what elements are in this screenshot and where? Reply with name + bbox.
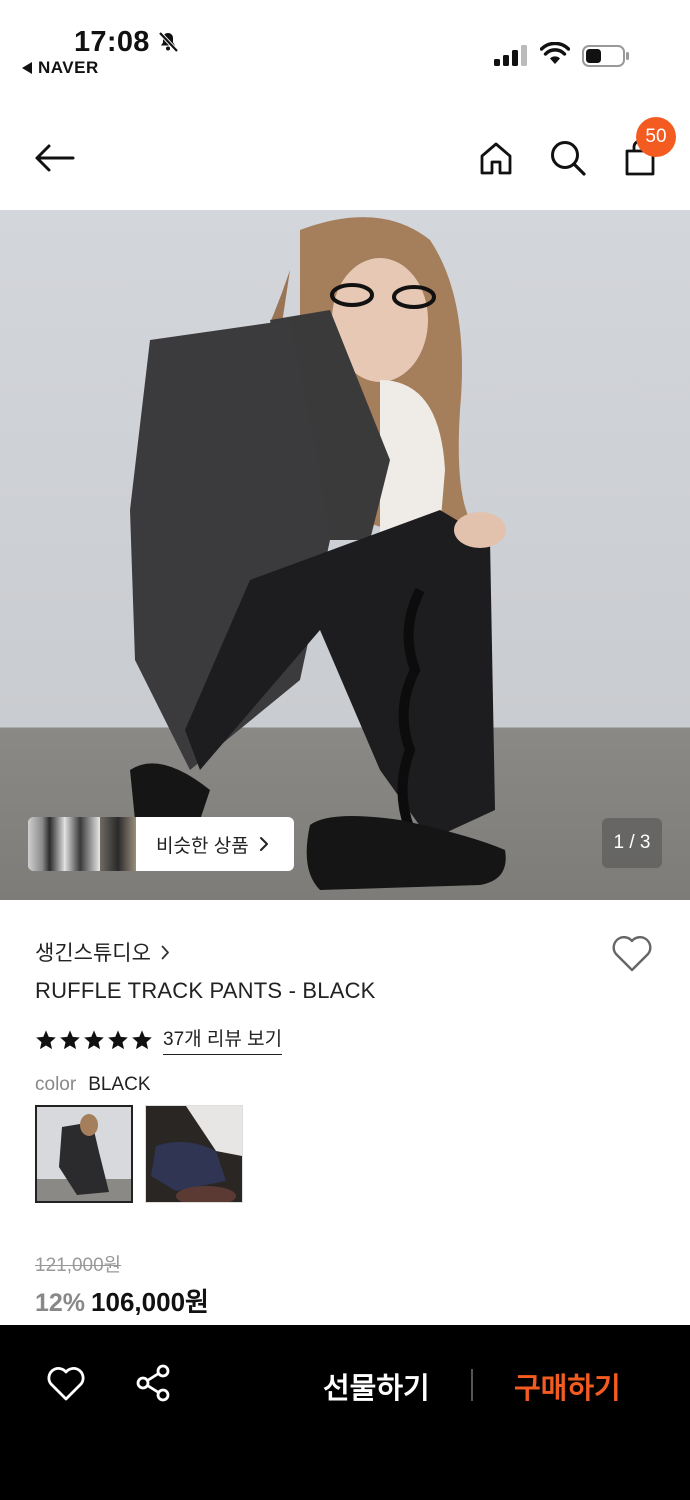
wishlist-heart-icon[interactable] (610, 934, 654, 974)
similar-thumb (64, 817, 100, 871)
chevron-right-icon (161, 945, 169, 959)
color-swatch-alt[interactable] (145, 1105, 243, 1203)
back-triangle-icon (22, 62, 32, 74)
color-value: BLACK (88, 1074, 151, 1095)
wifi-icon (540, 42, 570, 64)
rating-row: 37개 리뷰 보기 (35, 1024, 283, 1055)
brand-name: 생긴스튜디오 (35, 942, 151, 965)
share-icon[interactable] (134, 1363, 174, 1403)
discount-rate: 12% (35, 1289, 86, 1317)
product-main-image[interactable] (0, 210, 690, 900)
product-title: RUFFLE TRACK PANTS - BLACK (35, 978, 376, 1003)
status-time: 17:08 (74, 26, 150, 58)
swatch-photo (37, 1107, 131, 1201)
back-button[interactable] (32, 136, 76, 180)
search-button[interactable] (546, 136, 590, 180)
brand-link[interactable]: 생긴스튜디오 (35, 937, 170, 967)
cellular-signal-icon (494, 45, 527, 66)
color-label: color (35, 1074, 77, 1095)
bottom-action-bar: 선물하기 구매하기 (0, 1325, 690, 1500)
cart-count-badge: 50 (636, 117, 676, 157)
swatch-photo (146, 1106, 242, 1202)
like-heart-icon[interactable] (45, 1363, 87, 1405)
similar-label-wrap: 비슷한 상품 (156, 831, 269, 858)
chevron-right-icon (259, 837, 268, 851)
star-icon (84, 1029, 104, 1049)
search-icon (551, 141, 586, 176)
price-row: 12% 106,000원 (35, 1282, 209, 1319)
arrow-left-icon (35, 144, 75, 172)
similar-thumb (28, 817, 64, 871)
similar-label: 비슷한 상품 (156, 835, 249, 857)
silent-bell-icon (158, 31, 179, 53)
model-photo (130, 217, 506, 890)
buy-button[interactable]: 구매하기 (514, 1365, 621, 1407)
back-app-label: NAVER (38, 58, 99, 77)
image-counter: 1 / 3 (602, 818, 662, 868)
color-row: color BLACK (35, 1074, 151, 1096)
back-to-app-link[interactable]: NAVER (22, 58, 99, 78)
original-price: 121,000원 (35, 1255, 122, 1276)
gift-button[interactable]: 선물하기 (323, 1365, 430, 1407)
home-icon (480, 142, 512, 175)
top-navigation (0, 100, 690, 210)
home-button[interactable] (474, 136, 518, 180)
bottom-divider (471, 1369, 473, 1401)
star-icon (60, 1029, 80, 1049)
sale-price: 106,000원 (91, 1287, 209, 1317)
star-icon (132, 1029, 152, 1049)
status-bar: 17:08 NAVER (0, 0, 690, 100)
star-icon (108, 1029, 128, 1049)
similar-thumbnails (28, 817, 136, 871)
similar-products-button[interactable]: 비슷한 상품 (28, 817, 294, 871)
star-icon (36, 1029, 56, 1049)
rating-stars (35, 1029, 153, 1051)
color-swatches (35, 1105, 243, 1203)
similar-thumb (100, 817, 136, 871)
color-swatch-black[interactable] (35, 1105, 133, 1203)
battery-icon (582, 45, 629, 67)
reviews-link[interactable]: 37개 리뷰 보기 (163, 1024, 283, 1055)
